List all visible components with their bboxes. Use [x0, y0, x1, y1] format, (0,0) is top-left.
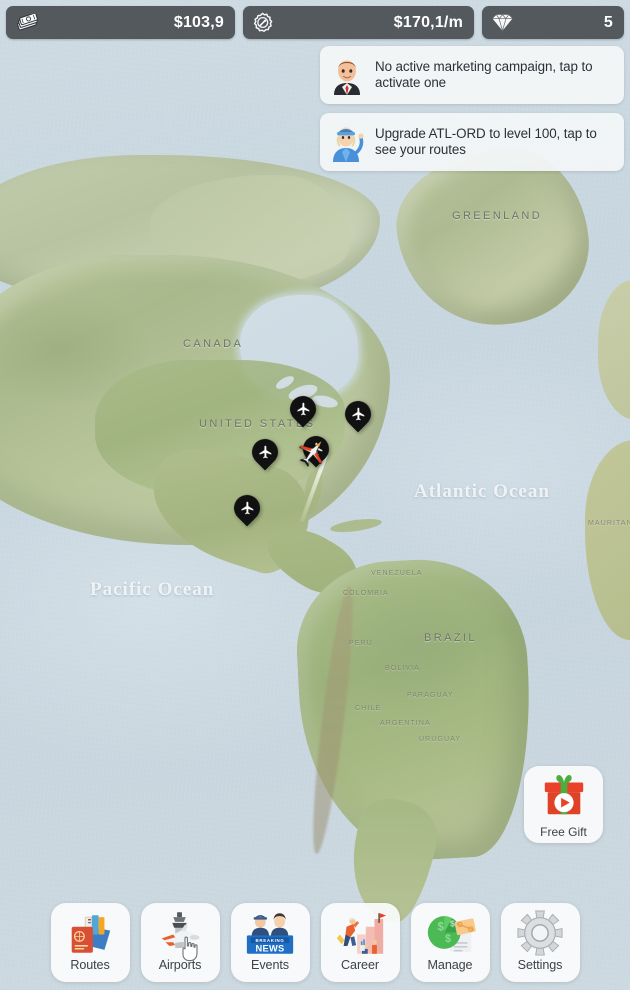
money-stack-icon: [15, 13, 40, 32]
map-country-label: COLOMBIA: [343, 590, 389, 597]
gems-pill[interactable]: 5: [482, 6, 624, 39]
breaking-news-anchors-icon: BREAKING NEWS: [237, 908, 303, 958]
pie-chart-dollar-icon: $ $ $: [417, 908, 483, 958]
map-country-label: PERU: [349, 640, 373, 647]
nav-button-career[interactable]: Career: [320, 903, 400, 982]
map-ocean-label: Atlantic Ocean: [414, 481, 550, 502]
notification-marketing-campaign[interactable]: No active marketing campaign, tap to act…: [320, 46, 624, 104]
map-country-label: BOLIVIA: [385, 665, 420, 672]
flight-attendant-avatar-icon: [328, 122, 366, 162]
businessman-avatar-icon: [328, 55, 366, 95]
map-country-label: CANADA: [183, 338, 244, 350]
diamond-icon: [491, 13, 514, 32]
money-pill[interactable]: $103,9: [6, 6, 235, 39]
svg-text:NEWS: NEWS: [256, 943, 285, 953]
passport-tickets-icon: [57, 908, 123, 958]
notification-upgrade-route[interactable]: Upgrade ATL-ORD to level 100, tap to see…: [320, 113, 624, 171]
notification-text: Upgrade ATL-ORD to level 100, tap to see…: [375, 125, 597, 158]
money-value: $103,9: [173, 13, 224, 31]
gems-value: 5: [603, 13, 613, 31]
svg-text:$: $: [450, 918, 455, 928]
map-country-label: PARAGUAY: [407, 692, 454, 699]
bottom-navigation: Routes Airports BREAKING NEWS Events Car…: [0, 903, 630, 982]
notification-list: No active marketing campaign, tap to act…: [320, 46, 624, 171]
income-value: $170,1/m: [393, 13, 463, 31]
nav-label: Routes: [70, 958, 110, 972]
free-gift-button[interactable]: Free Gift: [524, 766, 603, 843]
nav-label: Manage: [427, 958, 473, 972]
svg-text:$: $: [437, 921, 444, 933]
nav-button-settings[interactable]: Settings: [500, 903, 580, 982]
game-screen: GREENLAND CANADA UNITED STATES BRAZIL VENEZU…: [0, 0, 630, 990]
nav-button-manage[interactable]: $ $ $ Manage: [410, 903, 490, 982]
airplane-control-tower-icon: [147, 908, 213, 958]
gear-icon: [507, 908, 573, 958]
career-ladder-icon: [327, 908, 393, 958]
map-country-label: GREENLAND: [452, 210, 543, 222]
map-country-label: VENEZUELA: [371, 570, 423, 577]
gear-wrench-icon: [252, 12, 273, 33]
map-country-label: URUGUAY: [419, 736, 462, 743]
nav-label: Settings: [517, 958, 563, 972]
free-gift-label: Free Gift: [540, 825, 587, 839]
svg-text:$: $: [445, 933, 451, 945]
map-country-label: CHILE: [355, 705, 382, 712]
nav-button-events[interactable]: BREAKING NEWS Events: [230, 903, 310, 982]
map-country-label: MAURITANIA: [588, 520, 630, 527]
notification-text: No active marketing campaign, tap to act…: [375, 58, 593, 91]
nav-label: Airports: [158, 958, 202, 972]
map-ocean-label: Pacific Ocean: [90, 579, 215, 600]
nav-label: Events: [251, 958, 289, 972]
income-pill[interactable]: $170,1/m: [243, 6, 474, 39]
map-country-label: ARGENTINA: [380, 720, 431, 727]
nav-label: Career: [341, 958, 379, 972]
nav-button-routes[interactable]: Routes: [50, 903, 130, 982]
nav-button-airports[interactable]: Airports: [140, 903, 220, 982]
gift-box-play-icon: [539, 771, 589, 824]
top-stats-bar: $103,9 $170,1/m 5: [0, 6, 630, 39]
map-country-label: BRAZIL: [424, 632, 477, 644]
